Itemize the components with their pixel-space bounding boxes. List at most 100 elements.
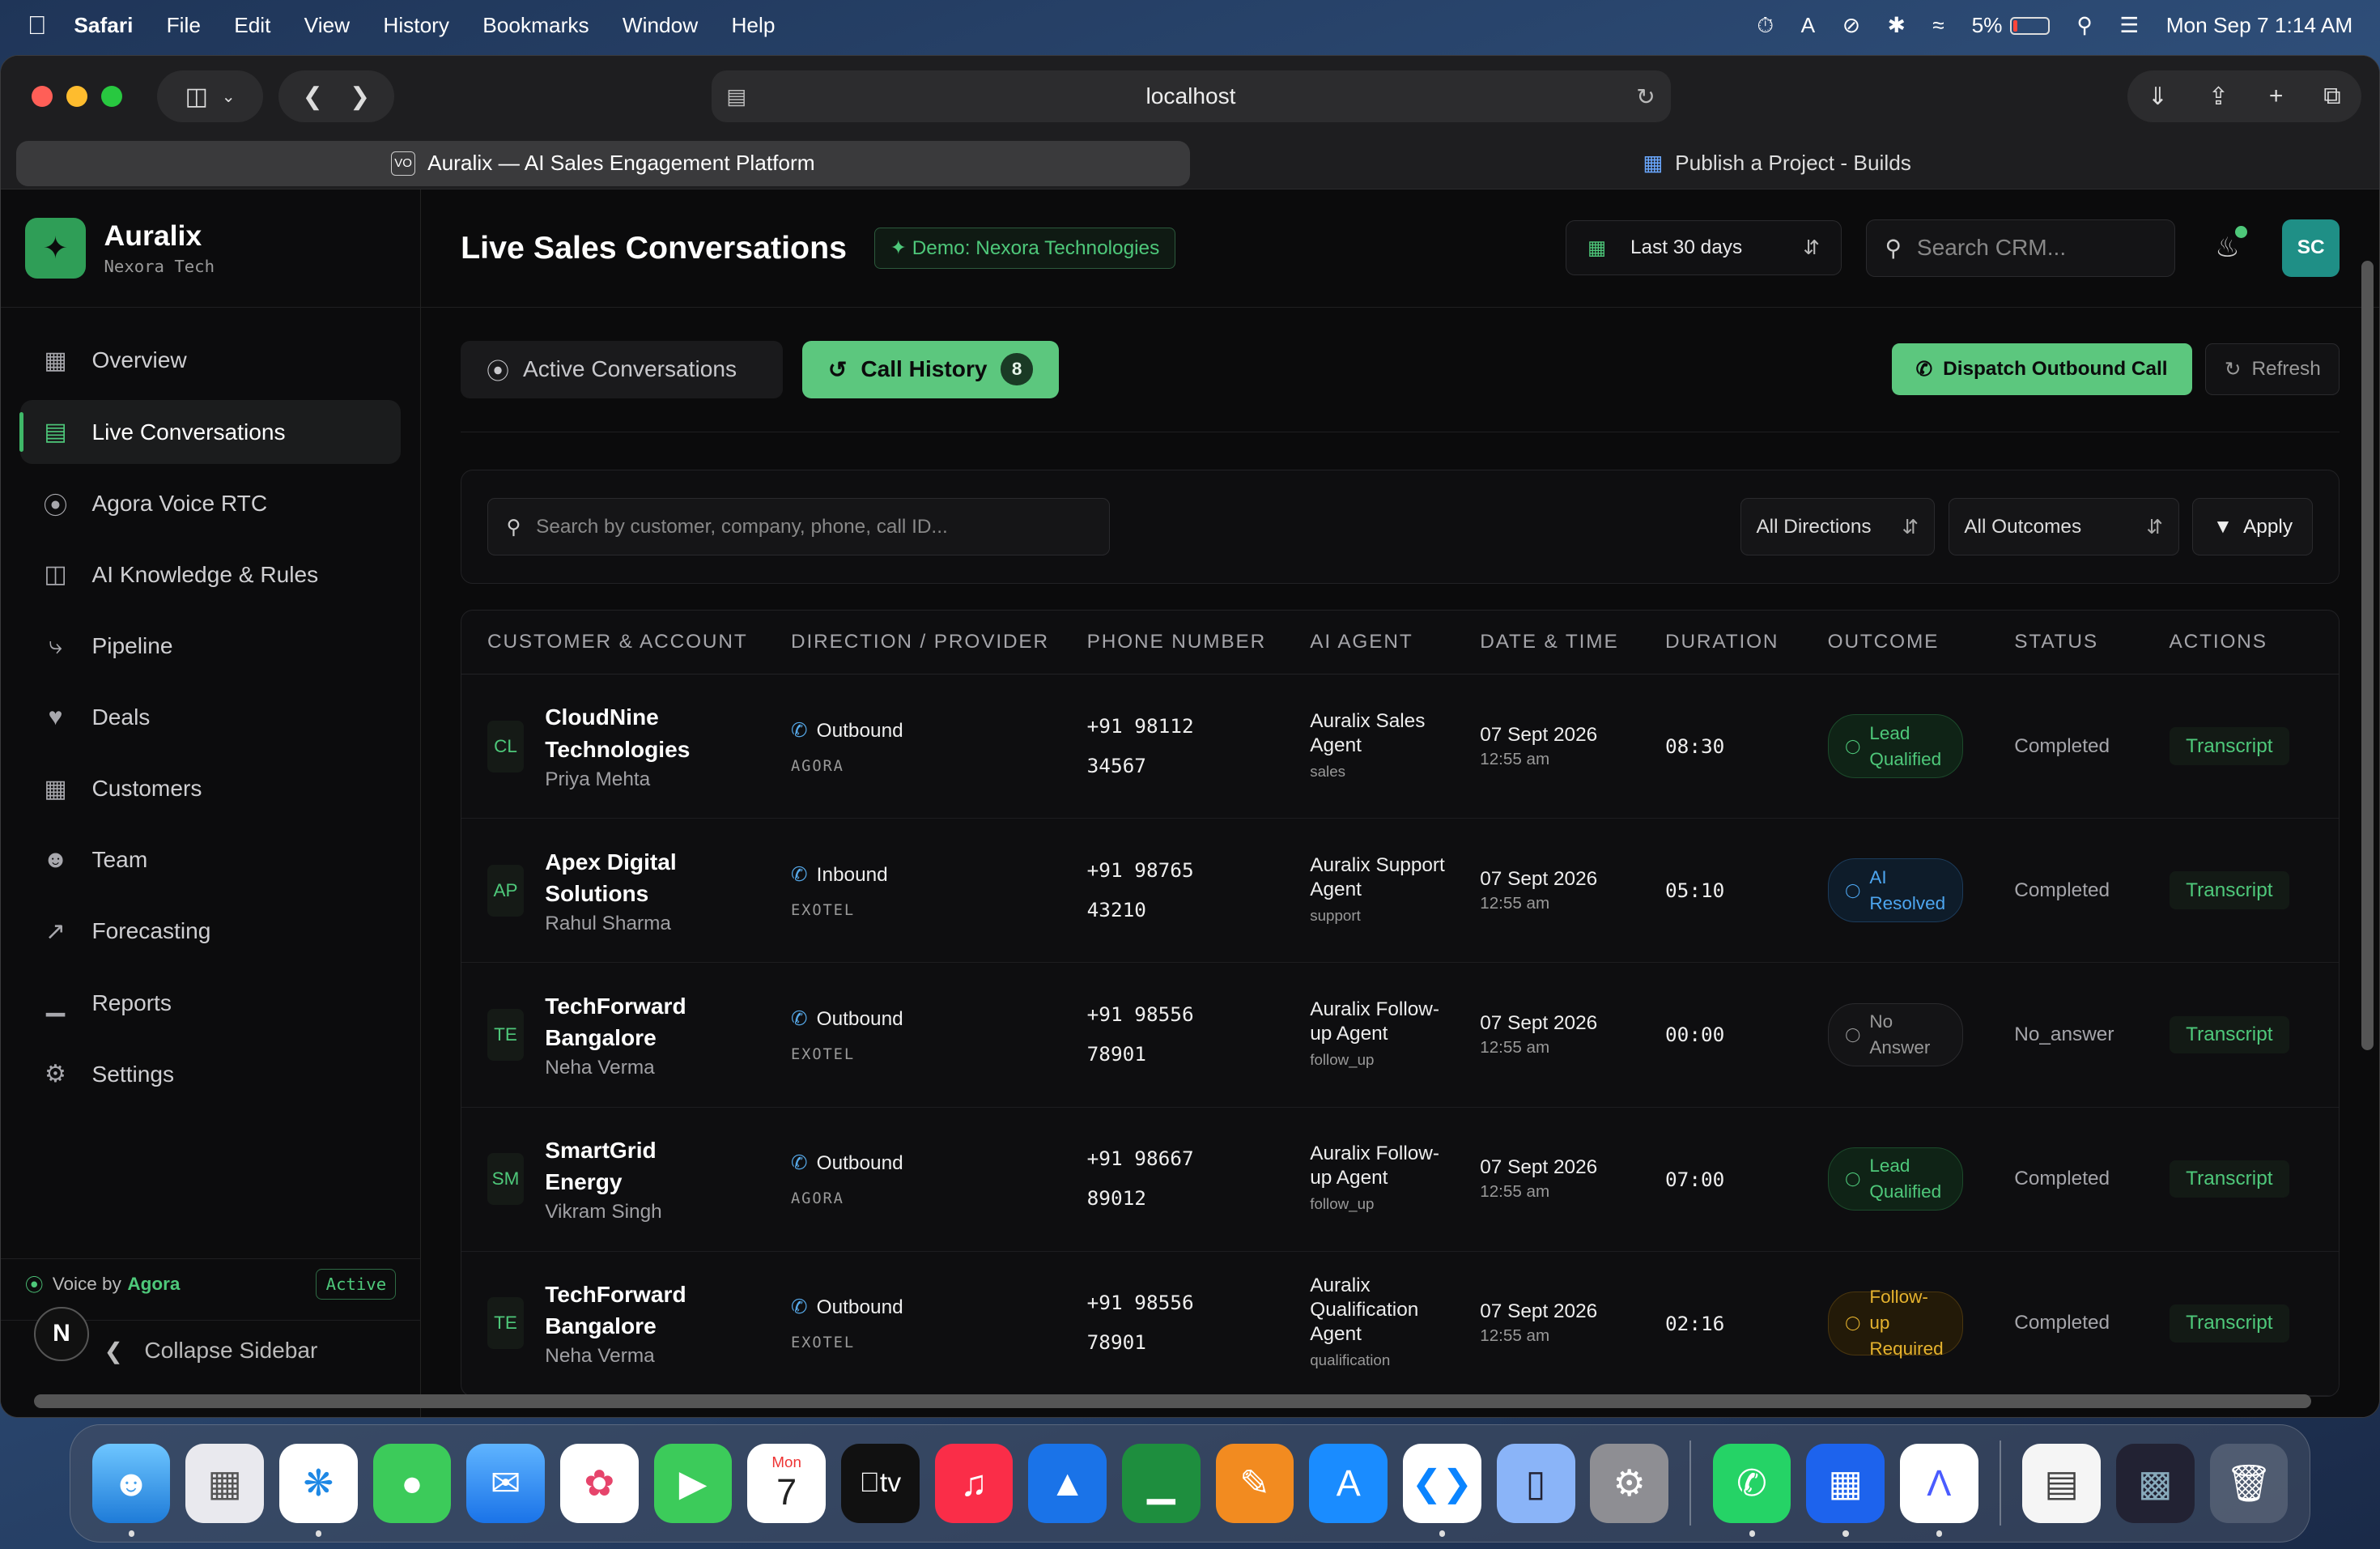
transcript-button[interactable]: Transcript — [2169, 1304, 2290, 1343]
tab-auralix[interactable]: VO Auralix — AI Sales Engagement Platfor… — [15, 140, 1190, 186]
sidebar-item-settings[interactable]: ⚙ Settings — [20, 1042, 401, 1106]
company-name[interactable]: TechForward Bangalore — [545, 1279, 715, 1343]
menubar-clock[interactable]: Mon Sep 7 1:14 AM — [2166, 13, 2353, 38]
user-avatar[interactable]: SC — [2282, 219, 2340, 277]
column-header[interactable]: OUTCOME — [1801, 610, 1989, 675]
transcript-button[interactable]: Transcript — [2169, 1160, 2290, 1198]
column-header[interactable]: AI AGENT — [1284, 610, 1455, 675]
calendar-icon[interactable]: Mon 7 — [747, 1444, 827, 1523]
menu-edit[interactable]: Edit — [234, 13, 270, 38]
facetime-icon[interactable]: ▶ — [653, 1444, 733, 1523]
brand[interactable]: ✦ Auralix Nexora Tech — [1, 189, 421, 308]
menu-window[interactable]: Window — [623, 13, 698, 38]
zoom-window-button[interactable] — [100, 86, 122, 108]
column-header[interactable]: PHONE NUMBER — [1060, 610, 1285, 675]
app-store-icon[interactable]: A — [1309, 1444, 1388, 1523]
numbers-icon[interactable]: ▁ — [1121, 1444, 1201, 1523]
sidebar-item-live-conversations[interactable]: ▤ Live Conversations — [19, 400, 401, 464]
company-name[interactable]: SmartGrid Energy — [545, 1134, 715, 1198]
company-name[interactable]: TechForward Bangalore — [545, 990, 715, 1054]
table-row[interactable]: TE TechForward Bangalore Neha Verma ✆ Out… — [461, 1251, 2340, 1396]
back-button[interactable]: ❮ — [303, 83, 323, 111]
notifications-button[interactable]: ♨ — [2215, 225, 2247, 264]
apple-menu-icon[interactable]:  — [28, 11, 47, 40]
sidebar-toggle-button[interactable]: ◫ ⌄ — [157, 70, 264, 122]
sidebar-item-ai-knowledge[interactable]: ◫ AI Knowledge & Rules — [20, 543, 401, 606]
text-input-icon[interactable]: A — [1801, 13, 1816, 38]
arc-icon[interactable]: Λ — [1899, 1444, 1978, 1537]
document-icon[interactable]: ▤ — [2022, 1444, 2102, 1523]
messages-icon[interactable]: ● — [372, 1444, 452, 1523]
forward-button[interactable]: ❯ — [350, 83, 370, 111]
tv-icon[interactable]: tv — [840, 1444, 920, 1523]
page-settings-icon[interactable]: ▤ — [726, 84, 746, 109]
share-icon[interactable]: ⇪ — [2208, 83, 2229, 111]
vertical-scrollbar[interactable] — [2361, 260, 2374, 1050]
spotlight-search-icon[interactable]: ⚲ — [2076, 13, 2092, 38]
company-name[interactable]: Apex Digital Solutions — [545, 846, 715, 910]
column-header[interactable]: DURATION — [1639, 610, 1802, 675]
column-header[interactable]: DATE & TIME — [1454, 610, 1640, 675]
wifi-icon[interactable]: ≈ — [1932, 13, 1944, 38]
reload-icon[interactable]: ↻ — [1636, 83, 1655, 110]
docker-icon[interactable]: ▦ — [1806, 1444, 1885, 1537]
control-center-icon[interactable]: ☰ — [2119, 13, 2139, 38]
tab-active-conversations[interactable]: ⦿ Active Conversations — [461, 340, 783, 398]
sidebar-item-reports[interactable]: ▁ Reports — [20, 971, 401, 1035]
column-header[interactable]: DIRECTION / PROVIDER — [765, 610, 1061, 675]
safari-icon[interactable]: ❋ — [278, 1444, 358, 1537]
airdrop-off-icon[interactable]: ⊘ — [1842, 13, 1860, 38]
direction-select[interactable]: All Directions ⇵ — [1740, 498, 1935, 556]
menu-view[interactable]: View — [304, 13, 350, 38]
screenshot-icon[interactable]: ▩ — [2115, 1444, 2195, 1523]
music-icon[interactable]: ♫ — [934, 1444, 1014, 1523]
tab-call-history[interactable]: ↺ Call History 8 — [802, 340, 1059, 398]
avatar[interactable]: N — [34, 1306, 89, 1361]
table-row[interactable]: TE TechForward Bangalore Neha Verma ✆ Out… — [461, 962, 2340, 1108]
whatsapp-icon[interactable]: ✆ — [1712, 1444, 1791, 1537]
battery-indicator[interactable]: 5% — [1972, 13, 2050, 38]
outcome-select[interactable]: All Outcomes ⇵ — [1948, 498, 2179, 556]
call-search-input[interactable]: ⚲ Search by customer, company, phone, ca… — [487, 498, 1110, 556]
address-bar[interactable]: ▤ localhost ↻ — [711, 70, 1671, 122]
sidebar-item-agora-voice-rtc[interactable]: ⦿ Agora Voice RTC — [20, 471, 401, 535]
new-tab-icon[interactable]: + — [2269, 83, 2284, 110]
close-window-button[interactable] — [31, 86, 53, 108]
sidebar-item-pipeline[interactable]: ⤷ Pipeline — [20, 615, 401, 679]
sidebar-item-team[interactable]: ☻ Team — [20, 828, 401, 892]
sidebar-item-forecasting[interactable]: ↗ Forecasting — [20, 900, 401, 964]
table-row[interactable]: CL CloudNine Technologies Priya Mehta ✆ O… — [461, 674, 2340, 819]
status-menu-icon[interactable]: ⏱ — [1757, 13, 1773, 39]
simulator-icon[interactable]: ▯ — [1496, 1444, 1575, 1523]
crm-search-input[interactable]: ⚲ Search CRM... — [1865, 219, 2176, 277]
minimize-window-button[interactable] — [66, 86, 87, 108]
launchpad-icon[interactable]: ▦ — [185, 1444, 265, 1523]
sidebar-item-overview[interactable]: ▦ Overview — [20, 329, 401, 393]
menu-help[interactable]: Help — [731, 13, 775, 38]
menu-file[interactable]: File — [167, 13, 201, 38]
transcript-button[interactable]: Transcript — [2169, 727, 2290, 766]
column-header[interactable]: STATUS — [1988, 610, 2144, 675]
mail-icon[interactable]: ✉ — [466, 1444, 546, 1523]
menu-bookmarks[interactable]: Bookmarks — [482, 13, 589, 38]
downloads-icon[interactable]: ⇓ — [2148, 83, 2168, 111]
sidebar-item-customers[interactable]: ▦ Customers — [20, 757, 401, 821]
tab-overview-icon[interactable]: ⧉ — [2323, 83, 2340, 110]
column-header[interactable]: CUSTOMER & ACCOUNT — [461, 610, 766, 675]
dispatch-outbound-call-button[interactable]: ✆ Dispatch Outbound Call — [1891, 343, 2192, 395]
table-row[interactable]: AP Apex Digital Solutions Rahul Sharma ✆… — [461, 818, 2340, 964]
column-header[interactable]: ACTIONS — [2143, 610, 2340, 675]
tab-builds[interactable]: ▦ Publish a Project - Builds — [1190, 141, 2364, 186]
company-name[interactable]: CloudNine Technologies — [545, 701, 715, 765]
refresh-button[interactable]: ↻ Refresh — [2205, 343, 2340, 395]
bluetooth-icon[interactable]: ✱ — [1888, 13, 1906, 38]
table-row[interactable]: SM SmartGrid Energy Vikram Singh ✆ Outbou… — [461, 1107, 2340, 1252]
menu-history[interactable]: History — [383, 13, 449, 38]
apply-filter-button[interactable]: ▼ Apply — [2192, 498, 2314, 556]
photos-icon[interactable]: ✿ — [559, 1444, 639, 1523]
finder-icon[interactable]: ☻ — [91, 1444, 171, 1537]
trash-icon[interactable]: 🗑 — [2209, 1444, 2289, 1523]
transcript-button[interactable]: Transcript — [2169, 1015, 2290, 1054]
keynote-icon[interactable]: ▲ — [1028, 1444, 1107, 1523]
transcript-button[interactable]: Transcript — [2169, 871, 2290, 910]
